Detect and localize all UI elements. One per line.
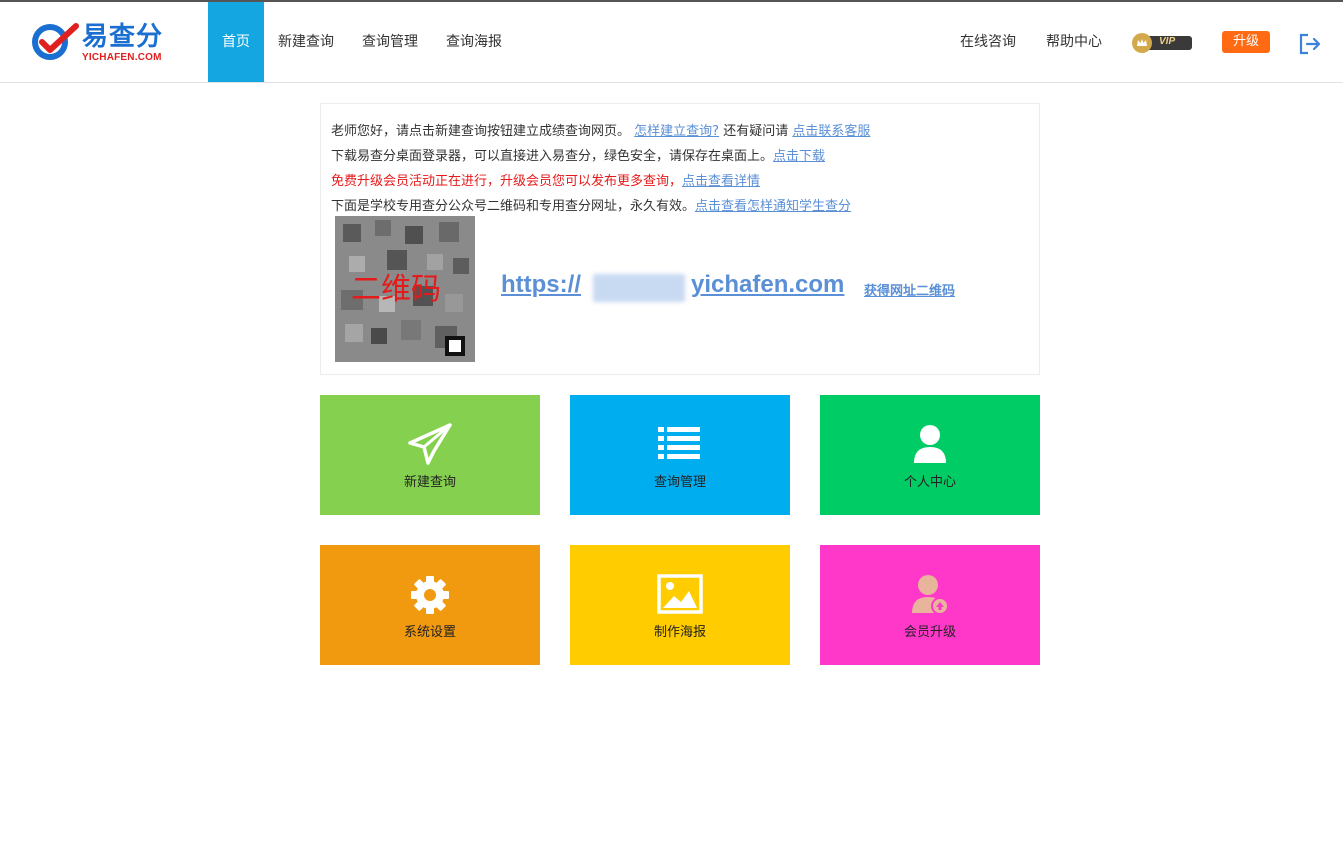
list-icon	[658, 427, 700, 459]
vip-label: VIP	[1159, 36, 1176, 47]
url-suffix: yichafen.com	[690, 271, 845, 298]
tile-label: 系统设置	[403, 625, 456, 640]
upgrade-button[interactable]: 升级	[1222, 31, 1270, 53]
nav-new-query[interactable]: 新建查询	[264, 2, 348, 82]
how-to-create-query-link[interactable]: 怎样建立查询?	[634, 124, 719, 139]
notice-line-2-text: 下载易查分桌面登录器，可以直接进入易查分，绿色安全，请保存在桌面上。	[331, 149, 774, 164]
image-icon	[657, 574, 703, 614]
tile-label: 个人中心	[903, 475, 956, 490]
get-url-qr-link[interactable]: 获得网址二维码	[864, 280, 955, 299]
header: 易查分 YICHAFEN.COM 首页 新建查询 查询管理 查询海报 在线咨询 …	[0, 2, 1343, 83]
nav-home[interactable]: 首页	[208, 2, 264, 82]
nav-query-poster[interactable]: 查询海报	[432, 2, 516, 82]
logo-subtext: YICHAFEN.COM	[82, 52, 162, 63]
qr-code-label: 二维码	[351, 272, 441, 307]
vip-badge[interactable]: VIP	[1132, 32, 1192, 54]
main-nav: 首页 新建查询 查询管理 查询海报	[208, 2, 516, 82]
tile-label: 制作海报	[653, 625, 706, 640]
notice-line-3-text: 免费升级会员活动正在进行，升级会员您可以发布更多查询，	[331, 174, 683, 189]
notice-line-1: 老师您好，请点击新建查询按钮建立成绩查询网页。 怎样建立查询? 还有疑问请 点击…	[331, 120, 870, 139]
logout-icon[interactable]	[1298, 33, 1322, 55]
paper-plane-icon	[408, 423, 452, 465]
logo[interactable]: 易查分 YICHAFEN.COM	[32, 18, 172, 68]
logo-check-icon	[32, 23, 79, 60]
notice-panel: 老师您好，请点击新建查询按钮建立成绩查询网页。 怎样建立查询? 还有疑问请 点击…	[320, 103, 1040, 375]
tile-make-poster[interactable]: 制作海报	[570, 545, 790, 665]
tile-label: 会员升级	[903, 625, 956, 640]
tile-system-settings[interactable]: 系统设置	[320, 545, 540, 665]
notify-students-link[interactable]: 点击查看怎样通知学生查分	[695, 199, 851, 214]
view-details-link[interactable]: 点击查看详情	[682, 174, 760, 189]
help-center-link[interactable]: 帮助中心	[1046, 2, 1102, 82]
notice-line-3: 免费升级会员活动正在进行，升级会员您可以发布更多查询，点击查看详情	[331, 170, 760, 189]
member-upgrade-icon	[912, 575, 949, 615]
url-redaction-blur	[593, 274, 685, 302]
tile-new-query[interactable]: 新建查询	[320, 395, 540, 515]
tile-label: 新建查询	[403, 475, 456, 490]
logo-text: 易查分	[82, 22, 164, 52]
tile-member-upgrade[interactable]: 会员升级	[820, 545, 1040, 665]
tile-personal-center[interactable]: 个人中心	[820, 395, 1040, 515]
online-consult-link[interactable]: 在线咨询	[960, 2, 1016, 82]
url-prefix: https://	[501, 271, 581, 298]
tile-query-manage[interactable]: 查询管理	[570, 395, 790, 515]
tile-label: 查询管理	[653, 475, 706, 490]
user-icon	[914, 425, 946, 463]
notice-line-4-text: 下面是学校专用查分公众号二维码和专用查分网址，永久有效。	[331, 199, 696, 214]
notice-line-2: 下载易查分桌面登录器，可以直接进入易查分，绿色安全，请保存在桌面上。点击下载	[331, 145, 825, 164]
notice-line-4: 下面是学校专用查分公众号二维码和专用查分网址，永久有效。点击查看怎样通知学生查分	[331, 195, 851, 214]
download-link[interactable]: 点击下载	[773, 149, 825, 164]
notice-line-1-text: 老师您好，请点击新建查询按钮建立成绩查询网页。	[331, 124, 631, 139]
gear-icon	[411, 576, 449, 614]
notice-line-1-mid: 还有疑问请	[723, 124, 789, 139]
contact-support-link[interactable]: 点击联系客服	[792, 124, 870, 139]
nav-query-manage[interactable]: 查询管理	[348, 2, 432, 82]
